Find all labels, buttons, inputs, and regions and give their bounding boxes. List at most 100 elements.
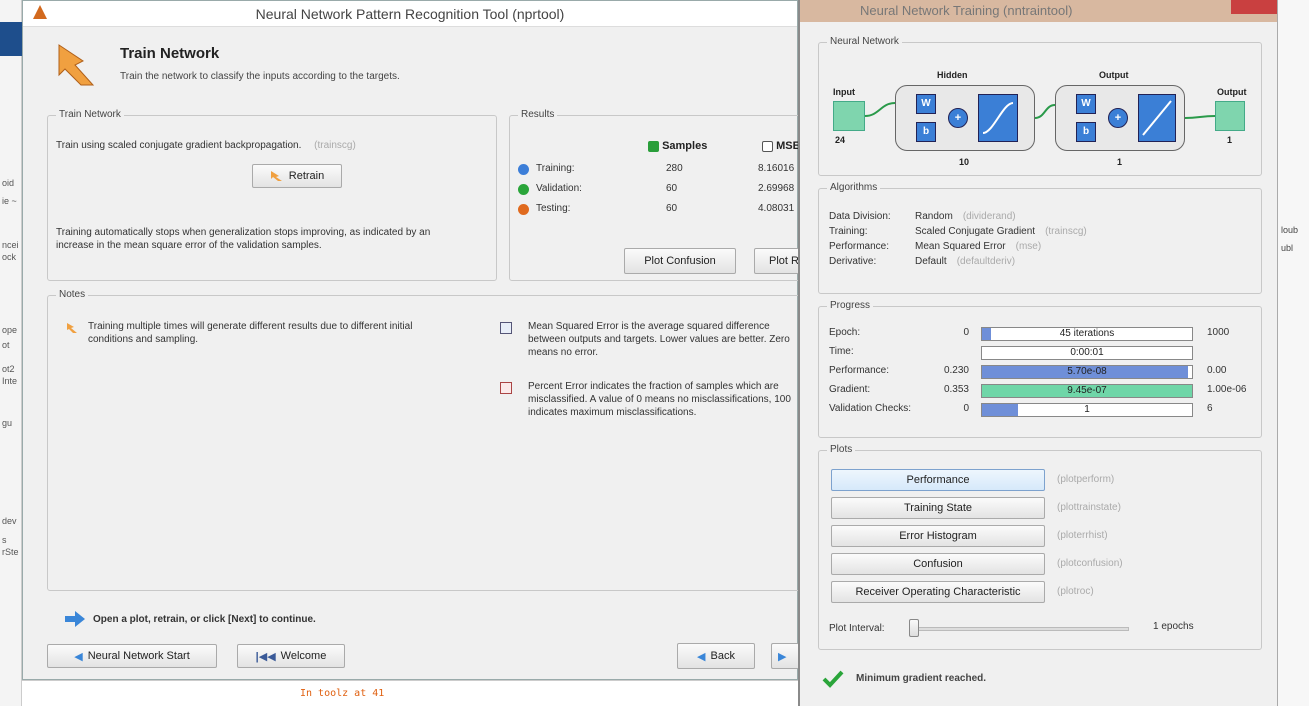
welcome-button[interactable]: |◀◀ Welcome — [237, 644, 345, 668]
mse-header: MSE — [762, 140, 800, 152]
algorithm-label: Derivative: — [829, 256, 877, 267]
mse-header-label: MSE — [776, 140, 800, 152]
plot-function-name: (ploterrhist) — [1057, 530, 1108, 541]
retrain-button[interactable]: Retrain — [252, 164, 342, 188]
progress-label: Epoch: — [829, 327, 861, 338]
progress-end-value: 1.00e-06 — [1207, 384, 1247, 395]
plot-training-state-button[interactable]: Training State — [831, 497, 1045, 519]
background-fragment: s — [2, 535, 7, 545]
result-set-icon — [518, 164, 529, 175]
next-button[interactable]: ▶ — [771, 643, 799, 669]
plots-title: Plots — [827, 444, 856, 455]
results-panel: Results Samples MSE Training: 280 8.16016 V… — [509, 109, 810, 281]
background-fragment: ubl — [1281, 243, 1294, 253]
plot-function-name: (plotconfusion) — [1057, 558, 1123, 569]
background-right-panel: loub ubl — [1278, 0, 1309, 706]
hint-text: Open a plot, retrain, or click [Next] to… — [93, 614, 316, 625]
results-row: Testing: 60 4.08031 — [518, 202, 808, 218]
plot-interval-thumb[interactable] — [909, 619, 919, 637]
training-stop-note: Training automatically stops when genera… — [56, 227, 431, 251]
algorithm-value: Mean Squared Error (mse) — [915, 241, 1041, 252]
notes-panel-title: Notes — [56, 289, 89, 300]
progress-start-value: 0.230 — [943, 365, 969, 376]
training-function: (trainscg) — [314, 140, 356, 151]
nprtool-titlebar[interactable]: Neural Network Pattern Recognition Tool … — [23, 1, 797, 27]
welcome-icon: |◀◀ — [255, 650, 276, 663]
algorithm-function: (defaultderiv) — [956, 256, 1016, 267]
nntraintool-window: Neural Network Training (nntraintool) Ne… — [798, 0, 1278, 706]
neural-network-start-button[interactable]: ◀ Neural Network Start — [47, 644, 217, 668]
back-arrow-icon: ◀ — [697, 650, 706, 663]
mse-note-icon — [500, 322, 512, 334]
background-fragment: ot — [2, 340, 10, 350]
percent-error-icon — [500, 382, 512, 394]
window-title: Neural Network Pattern Recognition Tool … — [255, 6, 565, 22]
note-percent-error: Percent Error indicates the fraction of … — [528, 381, 791, 418]
progress-bar-value: 1 — [1084, 404, 1090, 415]
progress-label: Validation Checks: — [829, 403, 912, 414]
plot-confusion-label: Plot Confusion — [644, 255, 716, 267]
plots-panel: Plots Performance (plotperform) Training S… — [818, 444, 1262, 650]
samples-header-label: Samples — [662, 140, 708, 152]
plot-error-histogram-button[interactable]: Error Histogram — [831, 525, 1045, 547]
command-window[interactable] — [22, 680, 798, 706]
progress-start-value: 0.353 — [943, 384, 969, 395]
plot-confusion-button[interactable]: Plot Confusion — [624, 248, 736, 274]
results-row: Validation: 60 2.69968 — [518, 182, 808, 198]
training-description: Train using scaled conjugate gradient ba… — [56, 140, 356, 151]
algorithm-label: Training: — [829, 226, 868, 237]
results-row: Training: 280 8.16016 — [518, 162, 808, 178]
close-button[interactable] — [1231, 0, 1277, 14]
plot-function-name: (plottrainstate) — [1057, 502, 1121, 513]
progress-bar-value: 9.45e-07 — [1067, 385, 1107, 396]
progress-start-value: 0 — [963, 403, 969, 414]
plot-interval-label: Plot Interval: — [829, 623, 885, 634]
nntraintool-titlebar[interactable]: Neural Network Training (nntraintool) — [800, 0, 1277, 22]
command-line-text: In toolz at 41 — [300, 688, 385, 699]
progress-bar: 0:00:01 — [981, 346, 1193, 360]
background-toolstrip — [0, 22, 22, 56]
next-arrow-icon: ▶ — [778, 650, 787, 663]
background-fragment: loub — [1281, 225, 1299, 235]
result-samples: 60 — [666, 183, 678, 194]
plot-receiver-operating-characteristic-button[interactable]: Receiver Operating Characteristic — [831, 581, 1045, 603]
back-label: Back — [710, 650, 735, 662]
train-network-panel: Train Network Train using scaled conjuga… — [47, 109, 497, 281]
background-fragment: ock — [2, 252, 17, 262]
progress-bar-value: 5.70e-08 — [1067, 366, 1107, 377]
algorithm-name: Scaled Conjugate Gradient — [915, 226, 1036, 237]
background-fragment: ope — [2, 325, 18, 335]
progress-bar-value: 0:00:01 — [1070, 347, 1104, 358]
plot-button-label: Training State — [903, 502, 973, 514]
checkmark-icon — [822, 670, 844, 688]
progress-bar: 9.45e-07 — [981, 384, 1193, 398]
page-subtitle: Train the network to classify the inputs… — [120, 71, 400, 82]
plot-function-name: (plotperform) — [1057, 474, 1115, 485]
algorithm-function: (mse) — [1015, 241, 1042, 252]
algorithm-label: Data Division: — [829, 211, 891, 222]
algorithm-value: Random (dividerand) — [915, 211, 1016, 222]
plot-button-label: Confusion — [913, 558, 963, 570]
plot-performance-button[interactable]: Performance — [831, 469, 1045, 491]
result-set-label: Training: — [536, 163, 575, 174]
matlab-logo-icon — [33, 5, 47, 19]
progress-end-value: 1000 — [1207, 327, 1230, 338]
plot-confusion-button[interactable]: Confusion — [831, 553, 1045, 575]
progress-end-value: 6 — [1207, 403, 1213, 414]
back-button[interactable]: ◀ Back — [677, 643, 755, 669]
samples-header: Samples — [648, 140, 707, 152]
plot-interval-slider[interactable] — [911, 627, 1129, 631]
progress-bar-value: 45 iterations — [1059, 328, 1115, 339]
progress-title: Progress — [827, 300, 874, 311]
page-title: Train Network — [120, 45, 220, 62]
progress-bar: 45 iterations — [981, 327, 1193, 341]
algorithm-label: Performance: — [829, 241, 890, 252]
train-network-icon — [58, 44, 95, 86]
algorithm-name: Random — [915, 211, 953, 222]
progress-bar: 5.70e-08 — [981, 365, 1193, 379]
plot-function-name: (plotroc) — [1057, 586, 1094, 597]
results-panel-title: Results — [518, 109, 558, 120]
algorithms-title: Algorithms — [827, 182, 881, 193]
training-method: Train using scaled conjugate gradient ba… — [56, 140, 302, 151]
arrow-right-icon — [65, 611, 85, 627]
